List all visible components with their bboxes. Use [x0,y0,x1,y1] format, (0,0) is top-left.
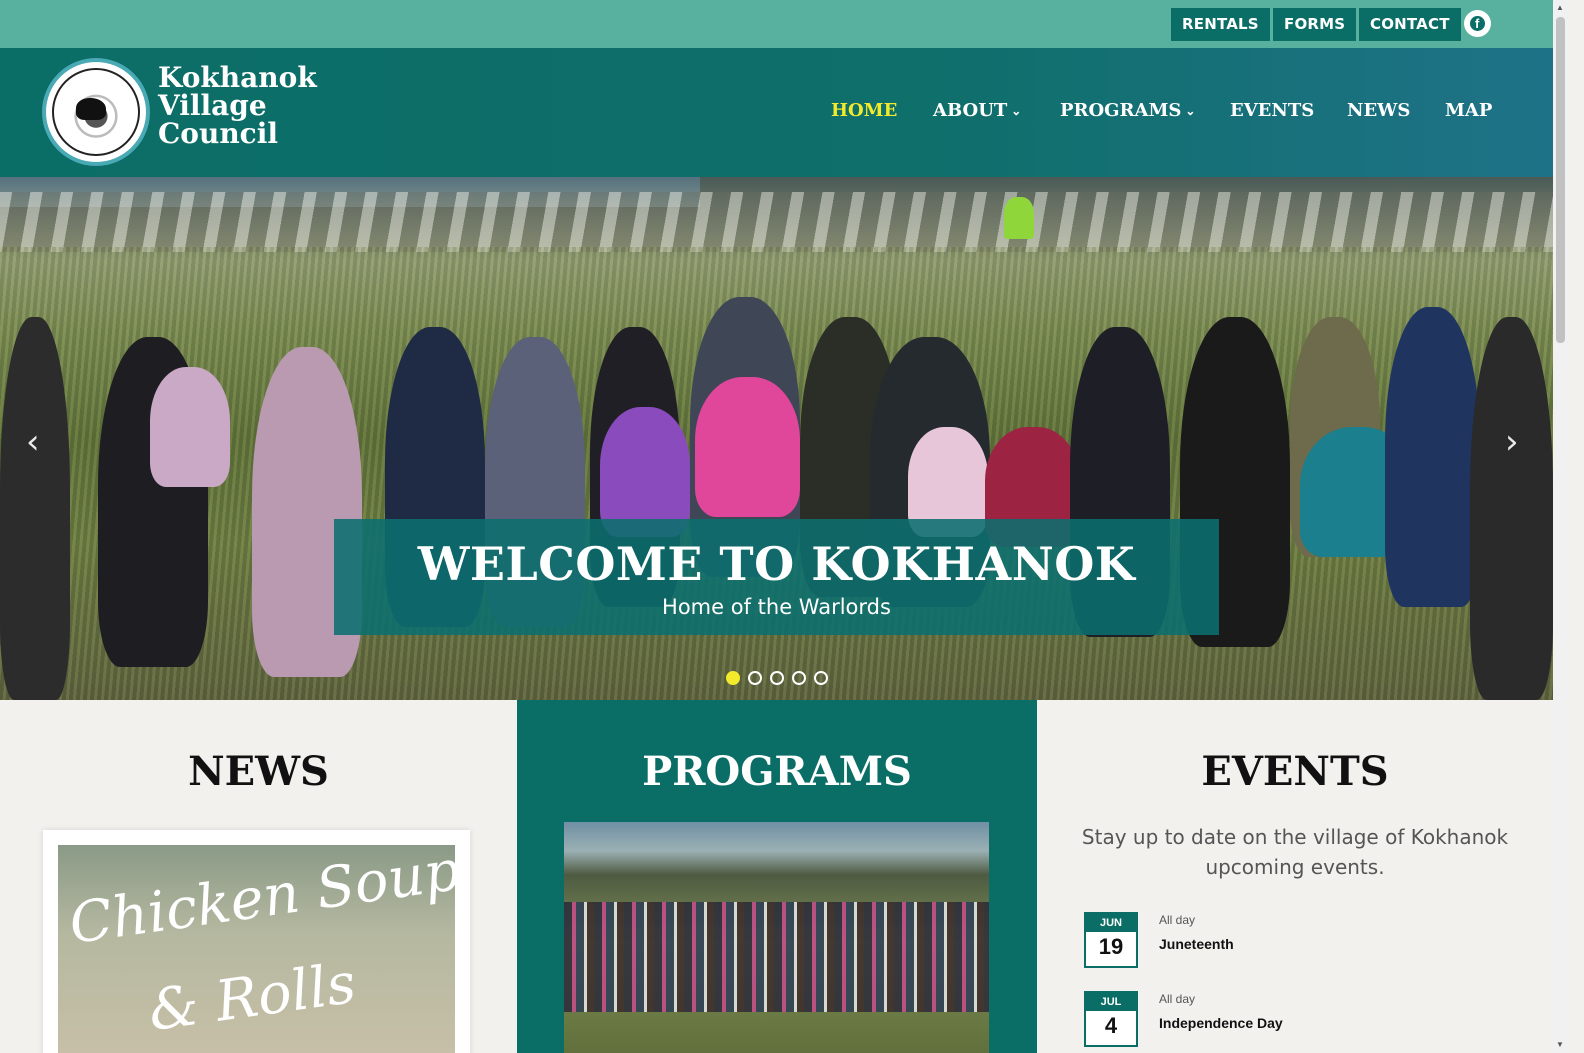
news-section: NEWS Chicken Soup & Rolls [0,700,517,1053]
events-intro: Stay up to date on the village of Kokhan… [1081,825,1509,879]
hero-photo-person [600,407,690,537]
events-heading: EVENTS [1201,748,1389,795]
slider-dot-1[interactable] [726,671,740,685]
nav-news[interactable]: NEWS [1347,100,1410,121]
event-date-badge: JUL 4 [1084,991,1138,1047]
event-name[interactable]: Juneteenth [1159,936,1234,952]
hero-photo-person [1470,317,1553,700]
chevron-left-icon[interactable]: ‹ [26,422,40,462]
hero-title: WELCOME TO KOKHANOK [417,537,1136,591]
event-name[interactable]: Independence Day [1159,1015,1283,1031]
news-card-image-text2: & Rolls [144,950,360,1045]
site-title-line2: Village [158,89,267,122]
nav-about[interactable]: ABOUT ⌄ [933,100,1021,121]
hero-photo-person [0,317,70,700]
hero-photo-kayak [1004,197,1034,239]
programs-image-group [564,902,989,1012]
event-date-badge: JUN 19 [1084,912,1138,968]
scrollbar-thumb[interactable] [1556,17,1565,343]
top-utility-bar: RENTALS FORMS CONTACT f [0,0,1568,48]
event-month: JUN [1086,914,1136,932]
event-item[interactable]: JUN 19 All day Juneteenth [1084,912,1484,968]
news-card-image[interactable]: Chicken Soup & Rolls [58,845,455,1053]
event-time: All day [1159,913,1196,927]
page-scrollbar[interactable]: ▲ ▼ [1553,0,1568,1053]
slider-dot-4[interactable] [792,671,806,685]
facebook-icon[interactable]: f [1464,10,1491,37]
news-card[interactable]: Chicken Soup & Rolls [43,830,470,1053]
nav-events[interactable]: EVENTS [1230,100,1314,121]
programs-image[interactable] [564,822,989,1053]
nav-programs-label: PROGRAMS [1060,100,1182,121]
rentals-button[interactable]: RENTALS [1171,8,1270,41]
chevron-down-icon: ⌄ [1185,104,1196,118]
event-day: 4 [1104,1013,1118,1038]
hero-caption: WELCOME TO KOKHANOK Home of the Warlords [334,519,1219,635]
programs-heading: PROGRAMS [642,748,912,795]
hero-slider: ‹ › WELCOME TO KOKHANOK Home of the Warl… [0,177,1553,700]
event-time: All day [1159,992,1196,1006]
hero-photo-person [1385,307,1480,607]
forms-button[interactable]: FORMS [1273,8,1357,41]
event-item[interactable]: JUL 4 All day Independence Day [1084,991,1484,1047]
hero-photo-driftwood [0,192,1553,252]
nav-map[interactable]: MAP [1445,100,1492,121]
site-title[interactable]: Kokhanok Village Council [158,64,317,148]
bear-icon [76,98,106,120]
chevron-right-icon[interactable]: › [1505,422,1519,462]
events-section: EVENTS Stay up to date on the village of… [1037,700,1553,1053]
news-card-image-text1: Chicken Soup [65,845,455,958]
slider-dot-3[interactable] [770,671,784,685]
site-title-line3: Council [158,117,278,150]
hero-photo-person [150,367,230,487]
hero-subtitle: Home of the Warlords [662,595,891,619]
chevron-down-icon: ⌄ [1011,104,1022,118]
nav-about-label: ABOUT [933,100,1008,121]
slider-dot-2[interactable] [748,671,762,685]
site-header: Kokhanok Village Council HOME ABOUT ⌄ PRO… [0,48,1568,177]
programs-section: PROGRAMS [517,700,1037,1053]
contact-button[interactable]: CONTACT [1359,8,1461,41]
nav-programs[interactable]: PROGRAMS ⌄ [1060,100,1195,121]
council-logo[interactable] [42,58,150,166]
slider-dot-5[interactable] [814,671,828,685]
news-heading: NEWS [188,748,329,795]
nav-home[interactable]: HOME [831,100,897,121]
hero-photo-person [695,377,800,517]
scroll-down-icon[interactable]: ▼ [1556,1040,1564,1049]
site-title-line1: Kokhanok [158,61,317,94]
event-day: 19 [1098,934,1124,959]
event-month: JUL [1086,993,1136,1011]
scroll-up-icon[interactable]: ▲ [1556,3,1564,12]
